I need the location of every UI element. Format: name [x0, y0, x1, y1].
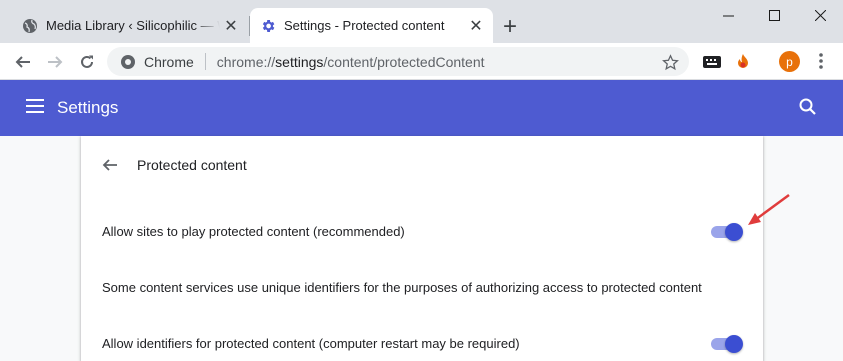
globe-icon	[22, 18, 38, 34]
keyboard-extension-icon[interactable]	[702, 52, 722, 72]
close-window-button[interactable]	[797, 0, 843, 30]
allow-identifiers-label: Allow identifiers for protected content …	[102, 336, 520, 351]
address-bar[interactable]: Chrome chrome://settings/content/protect…	[107, 47, 689, 76]
back-arrow-icon[interactable]	[99, 154, 121, 176]
minimize-button[interactable]	[705, 0, 751, 30]
toggle-knob	[725, 335, 743, 353]
toggle-knob	[725, 223, 743, 241]
settings-header: Settings	[0, 80, 843, 136]
back-arrow-icon[interactable]	[9, 48, 37, 76]
fire-extension-icon[interactable]	[733, 52, 753, 72]
hamburger-menu-icon[interactable]	[26, 99, 44, 113]
allow-identifiers-toggle[interactable]	[709, 334, 743, 354]
url-text: chrome://settings/content/protectedConte…	[217, 54, 485, 70]
tab-strip: Media Library ‹ Silicophilic — Wo ✕ Sett…	[0, 0, 843, 43]
search-icon[interactable]	[798, 97, 818, 117]
tab-media-library[interactable]: Media Library ‹ Silicophilic — Wo ✕	[8, 8, 248, 43]
annotation-arrow	[748, 193, 790, 225]
url-path: /content/protectedContent	[323, 53, 485, 70]
page-title: Settings	[57, 98, 119, 117]
settings-page: Protected content Allow sites to play pr…	[0, 136, 843, 361]
close-tab-icon[interactable]: ✕	[465, 15, 487, 37]
site-chip: Chrome	[144, 53, 194, 70]
more-menu-icon[interactable]	[811, 51, 831, 71]
maximize-button[interactable]	[751, 0, 797, 30]
subpage-title: Protected content	[137, 157, 247, 173]
omnibox-divider	[204, 53, 206, 70]
bookmark-star-icon[interactable]	[661, 53, 679, 71]
browser-toolbar: Chrome chrome://settings/content/protect…	[0, 43, 843, 80]
chrome-site-icon	[120, 54, 136, 70]
allow-protected-content-toggle[interactable]	[709, 222, 743, 242]
url-scheme: chrome://	[216, 53, 276, 70]
tab-title: Settings - Protected content	[284, 18, 445, 33]
url-host: settings	[275, 53, 324, 70]
gear-icon	[260, 18, 276, 34]
close-tab-icon[interactable]: ✕	[220, 15, 242, 37]
new-tab-button[interactable]: +	[499, 15, 521, 39]
allow-protected-content-label: Allow sites to play protected content (r…	[102, 224, 405, 239]
identifiers-description: Some content services use unique identif…	[102, 280, 702, 295]
forward-arrow-icon[interactable]	[41, 48, 69, 76]
tab-title: Media Library ‹ Silicophilic — Wo	[46, 18, 220, 33]
reload-icon[interactable]	[73, 48, 101, 76]
tab-settings[interactable]: Settings - Protected content ✕	[250, 8, 493, 43]
settings-card: Protected content Allow sites to play pr…	[81, 136, 763, 361]
profile-avatar[interactable]: p	[779, 51, 800, 72]
